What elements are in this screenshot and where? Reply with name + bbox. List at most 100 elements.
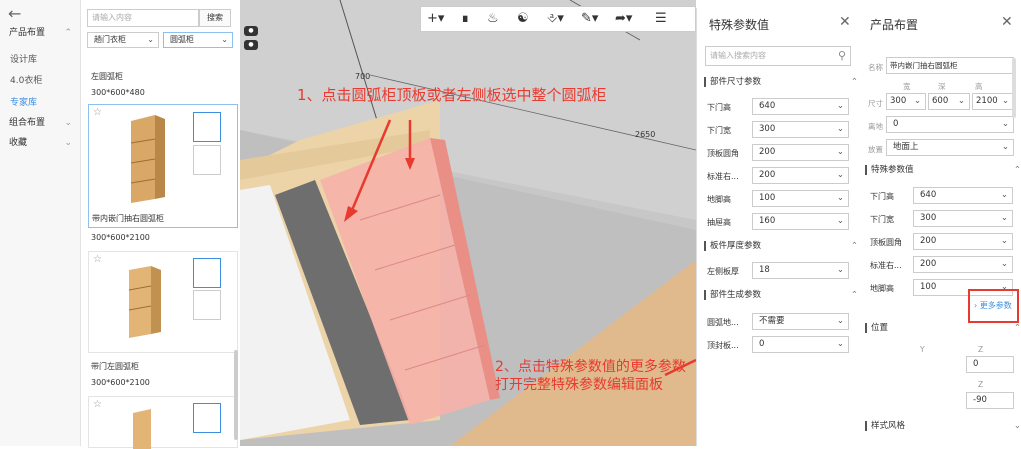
star-icon[interactable]: ☆ [93,254,102,265]
variant-thumb[interactable] [193,290,221,320]
chevron-down-icon: ⌄ [913,96,921,106]
nav-group-favorites[interactable]: 收藏 ⌄ [0,134,80,152]
variant-thumb[interactable] [193,403,221,433]
catalog-search-button[interactable]: 搜索 [199,9,231,27]
chevron-down-icon: ⌄ [836,316,844,326]
measure-tool-icon[interactable]: ∎ [461,11,469,26]
height-value: 2100 [976,96,998,106]
material-tool-icon[interactable]: ♨ [487,11,499,26]
chevron-down-icon: ⌄ [836,193,844,203]
param-select[interactable]: 不需要 ⌄ [752,313,849,330]
param-label: 标准右... [870,261,902,270]
star-icon[interactable]: ☆ [93,107,102,118]
product-name: 左圆弧柜 [91,72,123,81]
star-icon[interactable]: ☆ [93,399,102,410]
param-value: 640 [759,101,776,111]
chevron-down-icon: ⌄ [64,118,72,128]
param-value: 300 [759,124,776,134]
param-value: 100 [759,193,776,203]
section-header-style[interactable]: 样式风格 ⌄ [862,418,1021,434]
product-size: 300*600*2100 [91,233,150,242]
param-search-input[interactable]: 请输入搜索内容 ⚲ [705,46,851,66]
width-select[interactable]: 300 ⌄ [886,93,926,110]
param-select[interactable]: 160 ⌄ [752,213,849,230]
name-label: 名称 [868,63,883,72]
param-value: 200 [759,147,776,157]
param-value: 18 [759,265,770,275]
nav-group-product-layout[interactable]: 产品布置 ⌃ [0,24,80,42]
catalog-scrollbar[interactable] [234,350,238,440]
section-header-special[interactable]: 特殊参数值 ⌃ [862,162,1021,178]
catalog-search-input[interactable]: 请输入内容 [87,9,199,27]
view-toggle-icon[interactable]: ● [244,26,258,36]
highlight-box [968,289,1019,323]
ruler-icon[interactable]: ✎▾ [581,11,598,26]
section-header-size[interactable]: 部件尺寸参数 ⌃ [701,74,858,90]
watermark-url: jingyan.baidu.com [790,394,915,408]
nav-item-design-library[interactable]: 设计库 [10,52,37,65]
param-label: 顶封板... [707,341,739,350]
panel-scrollbar[interactable] [1012,58,1016,118]
param-select[interactable]: 100 ⌄ [752,190,849,207]
param-select[interactable]: 200 ⌄ [752,167,849,184]
param-label: 地脚高 [870,284,894,293]
left-nav: ← 产品布置 ⌃ 设计库 4.0衣柜 专家库 组合布置 ⌄ 收藏 ⌄ [0,0,81,446]
product-card[interactable]: ☆ [88,396,238,449]
nav-group-combo-layout[interactable]: 组合布置 ⌄ [0,114,80,132]
variant-thumb[interactable] [193,258,221,288]
dim-header: 高 [975,82,983,91]
name-field[interactable]: 带内嵌门抽右圆弧柜 [886,57,1014,74]
param-select[interactable]: 200 ⌄ [913,256,1013,273]
param-label: 地脚高 [707,195,731,204]
param-label: 圆弧地... [707,318,739,327]
param-value: 200 [759,170,776,180]
variant-thumb[interactable] [193,145,221,175]
chevron-up-icon: ⌃ [850,77,858,87]
param-select[interactable]: 300 ⌄ [752,121,849,138]
chevron-down-icon: ⌄ [836,216,844,226]
back-arrow-icon[interactable]: ← [8,4,21,23]
param-search-placeholder: 请输入搜索内容 [710,51,766,60]
variant-thumb[interactable] [193,112,221,142]
param-label: 顶板圆角 [870,238,902,247]
rotation-z-input[interactable]: -90 [966,392,1014,409]
close-icon[interactable]: ✕ [1001,14,1013,30]
subcategory-select[interactable]: 圆弧柜 ⌄ [163,32,233,48]
param-select[interactable]: 18 ⌄ [752,262,849,279]
offground-select[interactable]: 0 ⌄ [886,116,1014,133]
pointer-icon[interactable]: ➦▾ [615,11,632,26]
section-header-thickness[interactable]: 板件厚度参数 ⌃ [701,238,858,254]
place-label: 放置 [868,145,883,154]
height-select[interactable]: 2100 ⌄ [972,93,1014,110]
param-select[interactable]: 0 ⌄ [752,336,849,353]
param-value: 200 [920,259,937,269]
close-icon[interactable]: ✕ [839,14,851,30]
depth-select[interactable]: 600 ⌄ [928,93,970,110]
param-select[interactable]: 640 ⌄ [752,98,849,115]
view-toggle-icon[interactable]: ● [244,40,258,50]
param-select[interactable]: 200 ⌄ [752,144,849,161]
add-tool-icon[interactable]: +▾ [427,11,444,26]
product-card-selected[interactable]: ☆ 带内嵌门抽右圆弧柜 [88,104,238,228]
position-z-input[interactable]: 0 [966,356,1014,373]
product-card[interactable]: ☆ [88,251,238,353]
paint-roller-icon[interactable]: ⎀▾ [547,11,564,26]
section-header-generation[interactable]: 部件生成参数 ⌃ [701,287,858,303]
panel-title: 特殊参数值 [709,18,770,32]
section-title: 部件尺寸参数 [710,77,762,87]
param-select[interactable]: 640 ⌄ [913,187,1013,204]
chevron-down-icon: ⌄ [1001,119,1009,129]
category-select[interactable]: 趟门衣柜 ⌄ [87,32,159,48]
param-select[interactable]: 200 ⌄ [913,233,1013,250]
product-size: 300*600*480 [91,88,145,97]
dimension-label: 2650 [635,130,656,139]
product-size: 300*600*2100 [91,378,150,387]
place-select[interactable]: 地面上 ⌄ [886,139,1014,156]
palette-icon[interactable]: ☯ [517,11,529,26]
section-title: 特殊参数值 [871,165,914,175]
nav-item-expert-library[interactable]: 专家库 [10,95,37,108]
nav-item-wardrobe-4[interactable]: 4.0衣柜 [10,73,42,86]
param-select[interactable]: 300 ⌄ [913,210,1013,227]
adjust-icon[interactable]: ☰ [655,11,667,26]
param-value: 640 [920,190,937,200]
